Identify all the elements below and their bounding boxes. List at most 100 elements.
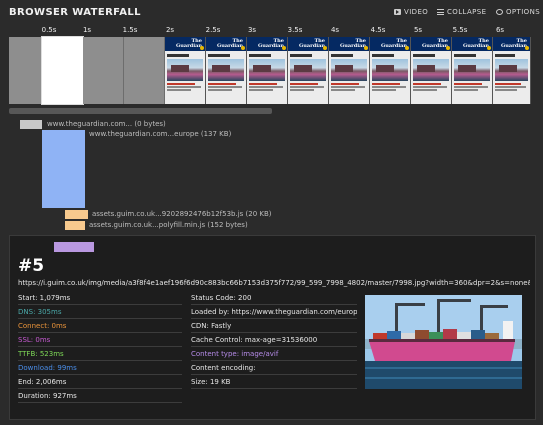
waterfall-row[interactable] <box>0 242 543 252</box>
frame-cap1 <box>208 83 236 85</box>
frame-headline <box>290 54 312 57</box>
frame-cap2 <box>208 86 242 88</box>
filmstrip-frame[interactable] <box>41 36 84 105</box>
filmstrip-frame[interactable]: The Guardian <box>411 37 452 104</box>
request-url[interactable]: https://i.guim.co.uk/img/media/a3f8f4e1a… <box>18 279 530 287</box>
tick-label: 4.5s <box>370 26 386 34</box>
frame-cap3 <box>249 89 273 91</box>
filmstrip-frame[interactable]: The Guardian <box>452 37 493 104</box>
collapse-label: COLLAPSE <box>447 8 487 16</box>
dot-icon <box>241 46 245 50</box>
gear-icon <box>496 9 503 15</box>
dot-icon <box>525 46 529 50</box>
waterfall-row[interactable]: www.theguardian.com...europe (137 KB) <box>0 130 543 210</box>
waterfall-row[interactable]: www.theguardian.com... (0 bytes) <box>0 120 543 130</box>
options-label: OPTIONS <box>506 8 541 16</box>
cdn: CDN: Fastly <box>191 319 357 333</box>
filmstrip-frame[interactable]: The Guardian <box>370 37 411 104</box>
collapse-button[interactable]: COLLAPSE <box>437 8 486 16</box>
request-bar <box>42 130 85 208</box>
cache-control: Cache Control: max-age=31536000 <box>191 333 357 347</box>
request-number: #5 <box>18 256 45 276</box>
frame-cap1 <box>495 83 521 85</box>
container-ship-photo <box>365 295 522 389</box>
frame-cap2 <box>372 86 406 88</box>
filmstrip-scrollbar[interactable] <box>9 108 272 114</box>
request-bar-selected <box>54 242 94 252</box>
tick-label: 1s <box>82 26 92 34</box>
tick-label: 2s <box>165 26 175 34</box>
frame-headline <box>331 54 353 57</box>
request-detail-panel: #5 https://i.guim.co.uk/img/media/a3f8f4… <box>9 235 536 420</box>
guardian-logo: The Guardian <box>339 38 366 49</box>
duration-time: Duration: 927ms <box>18 389 182 403</box>
frame-cap2 <box>413 86 447 88</box>
loaded-by: Loaded by: https://www.theguardian.com/e… <box>191 305 357 319</box>
guardian-logo: The Guardian <box>175 38 202 49</box>
options-button[interactable]: OPTIONS <box>496 8 540 16</box>
tick-label: 0.5s <box>41 26 57 34</box>
video-icon <box>394 9 401 15</box>
frame-headline <box>372 54 394 57</box>
tick-label: 3.5s <box>287 26 303 34</box>
guardian-logo: The Guardian <box>298 38 325 49</box>
frame-cap1 <box>331 83 359 85</box>
waterfall-row[interactable]: assets.guim.co.uk...9202892476b12f53b.js… <box>0 210 543 220</box>
masthead: The Guardian <box>247 37 287 51</box>
frame-cap2 <box>249 86 283 88</box>
start-time: Start: 1,079ms <box>18 291 182 305</box>
filmstrip-frame[interactable] <box>124 37 165 104</box>
waterfall-row[interactable]: assets.guim.co.uk...polyfill.min.js (152… <box>0 221 543 231</box>
page-title: BROWSER WATERFALL <box>9 7 141 18</box>
masthead: The Guardian <box>329 37 369 51</box>
masthead: The Guardian <box>411 37 451 51</box>
dot-icon <box>323 46 327 50</box>
guardian-logo: The Guardian <box>216 38 243 49</box>
dot-icon <box>487 46 491 50</box>
frame-cap3 <box>454 89 478 91</box>
frame-img <box>454 59 490 81</box>
video-button[interactable]: VIDEO <box>394 8 428 16</box>
filmstrip-frame[interactable] <box>83 37 124 104</box>
filmstrip-frame[interactable]: The Guardian <box>247 37 288 104</box>
ttfb-time: TTFB: 523ms <box>18 347 182 361</box>
frame-cap2 <box>331 86 365 88</box>
frame-headline <box>249 54 271 57</box>
dot-icon <box>364 46 368 50</box>
filmstrip-frame[interactable]: The Guardian <box>493 37 531 104</box>
timeline-ticks: 0.5s 1s 1.5s 2s 2.5s 3s 3.5s 4s 4.5s 5s … <box>0 26 543 36</box>
tick-label: 2.5s <box>205 26 221 34</box>
request-bar <box>65 221 85 230</box>
status-code: Status Code: 200 <box>191 291 357 305</box>
frame-img <box>413 59 449 81</box>
masthead: The Guardian <box>493 37 530 51</box>
guardian-logo: The Guardian <box>421 38 448 49</box>
frame-headline <box>495 54 516 57</box>
guardian-logo: The Guardian <box>257 38 284 49</box>
frame-cap3 <box>372 89 396 91</box>
request-label: www.theguardian.com... (0 bytes) <box>47 120 166 128</box>
frame-cap1 <box>290 83 318 85</box>
frame-cap2 <box>495 86 527 88</box>
filmstrip-frame[interactable]: The Guardian <box>329 37 370 104</box>
filmstrip[interactable]: The Guardian The Guardian The Guardian The … <box>9 36 531 105</box>
frame-headline <box>454 54 476 57</box>
request-bar <box>65 210 88 219</box>
dot-icon <box>405 46 409 50</box>
filmstrip-frame[interactable]: The Guardian <box>288 37 329 104</box>
frame-cap3 <box>290 89 314 91</box>
frame-cap3 <box>208 89 232 91</box>
frame-cap1 <box>167 83 195 85</box>
tick-label: 5.5s <box>452 26 468 34</box>
content-encoding: Content encoding: <box>191 361 357 375</box>
frame-cap3 <box>331 89 355 91</box>
filmstrip-frame[interactable] <box>9 37 42 104</box>
frame-img <box>495 59 528 81</box>
filmstrip-frame[interactable]: The Guardian <box>206 37 247 104</box>
connect-time: Connect: 0ms <box>18 319 182 333</box>
video-label: VIDEO <box>404 8 429 16</box>
masthead: The Guardian <box>165 37 205 51</box>
masthead: The Guardian <box>206 37 246 51</box>
request-label: assets.guim.co.uk...9202892476b12f53b.js… <box>92 210 272 218</box>
filmstrip-frame[interactable]: The Guardian <box>165 37 206 104</box>
